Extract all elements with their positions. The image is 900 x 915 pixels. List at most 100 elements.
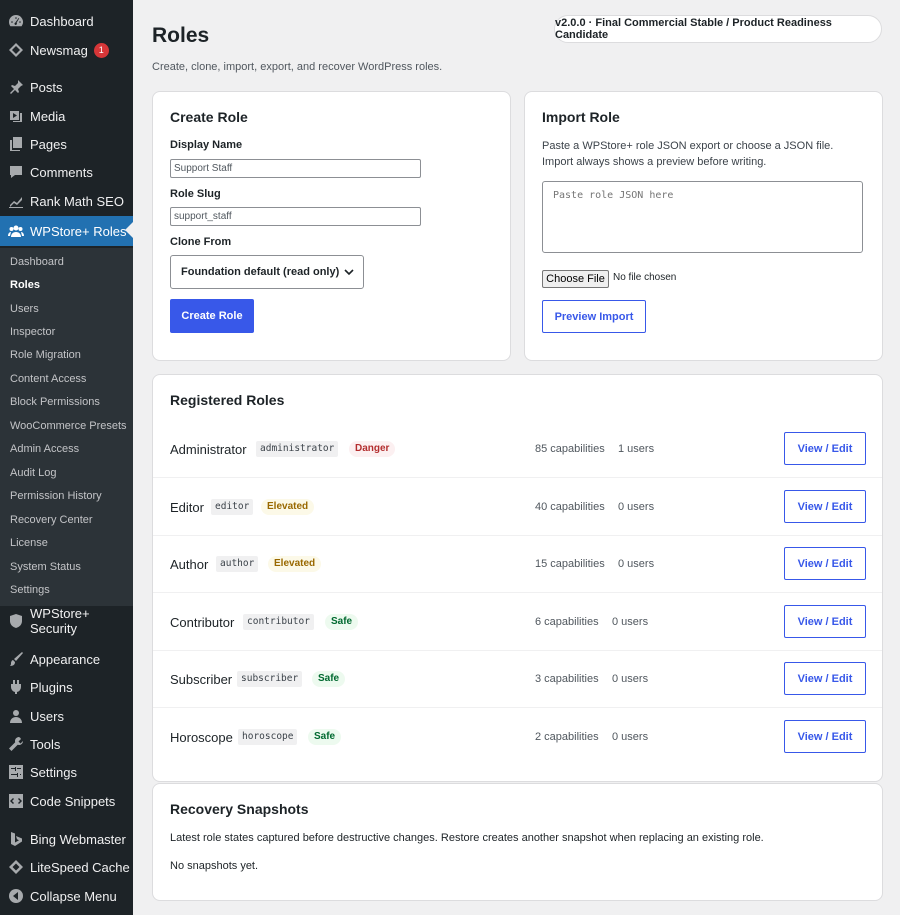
submenu-license[interactable]: License: [10, 533, 48, 553]
nav-litespeed-cache-label: LiteSpeed Cache: [30, 859, 130, 875]
nav-wpstore-roles[interactable]: WPStore+ Roles: [0, 216, 133, 246]
nav-litespeed-cache[interactable]: LiteSpeed Cache: [0, 853, 133, 881]
submenu-settings[interactable]: Settings: [10, 580, 50, 600]
nav-wpstore-security[interactable]: WPStore+ Security: [0, 606, 133, 636]
nav-bing-webmaster-label: Bing Webmaster: [30, 831, 126, 847]
risk-badge: Elevated: [261, 499, 315, 515]
nav-rank-math[interactable]: Rank Math SEO: [0, 187, 133, 215]
nav-settings[interactable]: Settings: [0, 758, 133, 786]
nav-pages-label: Pages: [30, 136, 67, 152]
submenu-admin-access[interactable]: Admin Access: [10, 439, 79, 459]
role-slug: administrator: [256, 441, 339, 457]
dashboard-icon: [8, 13, 24, 29]
capability-count: 40 capabilities: [535, 501, 605, 513]
user-count: 1 users: [618, 443, 655, 455]
submenu-roles[interactable]: Roles: [10, 275, 40, 295]
submenu-content-access[interactable]: Content Access: [10, 369, 86, 389]
nav-code-snippets[interactable]: Code Snippets: [0, 787, 133, 815]
recovery-snapshots-title: Recovery Snapshots: [170, 801, 309, 817]
submenu-audit-log[interactable]: Audit Log: [10, 463, 56, 483]
view-edit-button[interactable]: View / Edit: [784, 720, 866, 753]
nav-users-label: Users: [30, 708, 64, 724]
nav-posts-label: Posts: [30, 79, 63, 95]
nav-tools[interactable]: Tools: [0, 730, 133, 758]
view-edit-button[interactable]: View / Edit: [784, 547, 866, 580]
role-name: Editor: [170, 500, 204, 515]
role-row: Administrator administrator Danger 85 ca…: [153, 421, 882, 478]
file-status: No file chosen: [613, 272, 677, 283]
nav-code-snippets-label: Code Snippets: [30, 793, 116, 809]
capability-count: 6 capabilities: [535, 616, 599, 628]
submenu-role-migration[interactable]: Role Migration: [10, 345, 81, 365]
role-row: Subscriber subscriber Safe 3 capabilitie…: [153, 651, 882, 708]
user-count: 0 users: [612, 616, 649, 628]
nav-pages[interactable]: Pages: [0, 130, 133, 158]
role-name: Horoscope: [170, 730, 233, 745]
role-row: Author author Elevated 15 capabilities 0…: [153, 536, 882, 593]
role-row: Horoscope horoscope Safe 2 capabilities …: [153, 709, 882, 766]
user-count: 0 users: [618, 558, 655, 570]
nav-newsmag-label: Newsmag: [30, 42, 88, 58]
nav-dashboard-label: Dashboard: [30, 13, 94, 29]
submenu-system-status[interactable]: System Status: [10, 557, 81, 577]
nav-bing-webmaster[interactable]: Bing Webmaster: [0, 825, 133, 853]
shield-icon: [8, 613, 24, 629]
settings-icon: [8, 764, 24, 780]
nav-appearance[interactable]: Appearance: [0, 645, 133, 673]
nav-settings-label: Settings: [30, 764, 77, 780]
nav-users[interactable]: Users: [0, 702, 133, 730]
submenu-users[interactable]: Users: [10, 299, 39, 319]
role-slug: contributor: [243, 614, 314, 630]
capability-count: 2 capabilities: [535, 731, 599, 743]
import-role-title: Import Role: [542, 109, 620, 125]
wrench-icon: [8, 736, 24, 752]
nav-posts[interactable]: Posts: [0, 73, 133, 101]
submenu-recovery-center[interactable]: Recovery Center: [10, 510, 93, 530]
submenu-block-permissions[interactable]: Block Permissions: [10, 392, 100, 412]
risk-badge: Safe: [312, 671, 346, 687]
preview-import-button[interactable]: Preview Import: [542, 300, 646, 333]
nav-plugins-label: Plugins: [30, 679, 73, 695]
recovery-snapshots-card: Recovery Snapshots Latest role states ca…: [152, 783, 883, 901]
role-slug-input[interactable]: [170, 207, 421, 226]
media-icon: [8, 108, 24, 124]
pages-icon: [8, 136, 24, 152]
submenu-inspector[interactable]: Inspector: [10, 322, 55, 342]
submenu-permission-history[interactable]: Permission History: [10, 486, 102, 506]
role-name: Subscriber: [170, 672, 233, 687]
view-edit-button[interactable]: View / Edit: [784, 662, 866, 695]
diamond-icon: [8, 859, 24, 875]
nav-dashboard[interactable]: Dashboard: [0, 7, 133, 35]
submenu-dashboard[interactable]: Dashboard: [10, 252, 64, 272]
submenu-woocommerce-presets[interactable]: WooCommerce Presets: [10, 416, 127, 436]
capability-count: 15 capabilities: [535, 558, 605, 570]
nav-media-label: Media: [30, 108, 66, 124]
nav-media[interactable]: Media: [0, 102, 133, 130]
roles-submenu: Dashboard Roles Users Inspector Role Mig…: [0, 248, 133, 606]
clone-from-value: Foundation default (read only): [181, 266, 340, 278]
user-icon: [8, 708, 24, 724]
role-slug: editor: [211, 499, 254, 515]
display-name-input[interactable]: [170, 159, 421, 178]
import-description: Paste a WPStore+ role JSON export or cho…: [542, 140, 834, 168]
choose-file-button[interactable]: Choose File: [542, 270, 609, 288]
code-icon: [8, 793, 24, 809]
user-count: 0 users: [612, 731, 649, 743]
view-edit-button[interactable]: View / Edit: [784, 605, 866, 638]
role-json-textarea[interactable]: [542, 181, 863, 253]
nav-comments[interactable]: Comments: [0, 158, 133, 186]
registered-roles-title: Registered Roles: [170, 392, 285, 408]
nav-comments-label: Comments: [30, 164, 93, 180]
nav-plugins[interactable]: Plugins: [0, 673, 133, 701]
nav-collapse-menu[interactable]: Collapse Menu: [0, 882, 133, 910]
view-edit-button[interactable]: View / Edit: [784, 490, 866, 523]
nav-newsmag[interactable]: Newsmag 1: [0, 36, 133, 64]
clone-from-select[interactable]: Foundation default (read only): [170, 255, 364, 289]
import-role-card: Import Role Paste a WPStore+ role JSON e…: [524, 91, 883, 361]
recovery-description: Latest role states captured before destr…: [170, 832, 764, 844]
empty-state-text: No snapshots yet.: [170, 860, 259, 872]
view-edit-button[interactable]: View / Edit: [784, 432, 866, 465]
create-role-button[interactable]: Create Role: [170, 299, 254, 333]
role-name: Author: [170, 557, 209, 572]
risk-badge: Safe: [325, 614, 359, 630]
